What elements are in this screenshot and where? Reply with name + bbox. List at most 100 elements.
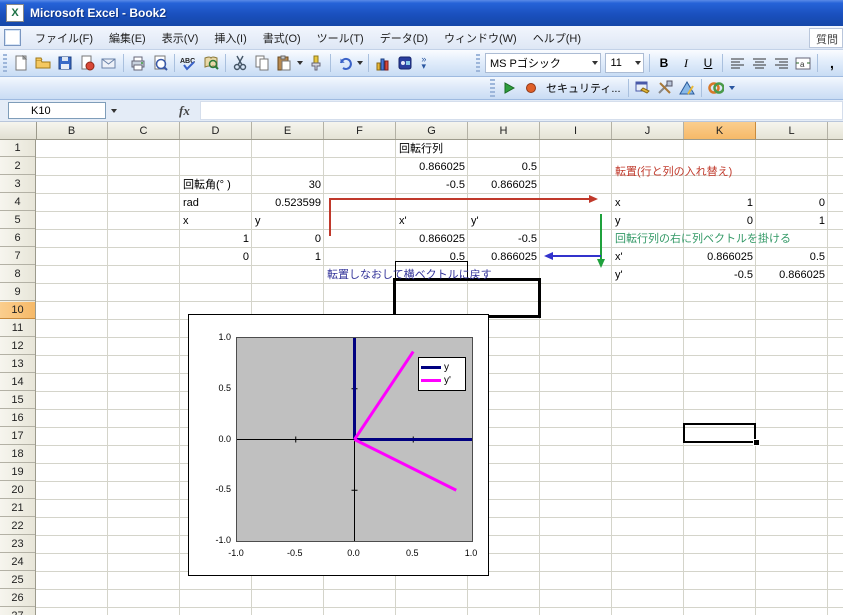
- cell-D4[interactable]: rad: [180, 194, 252, 212]
- cell-D3[interactable]: 回転角(° ): [180, 176, 252, 194]
- toolbar-grip[interactable]: [475, 54, 480, 72]
- column-header-K[interactable]: K: [684, 122, 756, 139]
- cell-D7[interactable]: 0: [180, 248, 252, 266]
- formula-input[interactable]: [199, 101, 843, 120]
- select-all-corner[interactable]: [0, 122, 37, 139]
- column-header-C[interactable]: C: [108, 122, 180, 139]
- cell-H6[interactable]: -0.5: [468, 230, 540, 248]
- toolbar-grip[interactable]: [3, 54, 8, 72]
- cell-J6[interactable]: 回転行列の右に列ベクトルを掛ける: [612, 230, 791, 248]
- cell-L4[interactable]: 0: [756, 194, 828, 212]
- cell-J3[interactable]: 転置(行と列の入れ替え): [612, 163, 732, 181]
- comma-style-button[interactable]: ,: [821, 53, 843, 73]
- save-icon[interactable]: [54, 53, 76, 73]
- column-header-E[interactable]: E: [252, 122, 324, 139]
- menu-item[interactable]: 編集(E): [101, 27, 154, 49]
- record-macro-icon[interactable]: [520, 78, 542, 98]
- row-header-23[interactable]: 23: [0, 536, 35, 553]
- row-header-20[interactable]: 20: [0, 482, 35, 499]
- row-header-5[interactable]: 5: [0, 212, 35, 229]
- cell-G5[interactable]: x': [396, 212, 468, 230]
- column-header-I[interactable]: I: [540, 122, 612, 139]
- insert-function-icon[interactable]: fx: [179, 103, 190, 119]
- row-header-16[interactable]: 16: [0, 410, 35, 427]
- open-folder-icon[interactable]: [32, 53, 54, 73]
- column-header-L[interactable]: L: [756, 122, 828, 139]
- cell-J8[interactable]: y': [612, 266, 684, 284]
- menu-item[interactable]: 書式(O): [255, 27, 309, 49]
- email-icon[interactable]: [98, 53, 120, 73]
- research-icon[interactable]: [200, 53, 222, 73]
- row-header-7[interactable]: 7: [0, 248, 35, 265]
- cell-H7[interactable]: 0.866025: [468, 248, 540, 266]
- toolbar-options-icon[interactable]: [727, 78, 738, 98]
- column-header-D[interactable]: D: [180, 122, 252, 139]
- cell-E7[interactable]: 1: [252, 248, 324, 266]
- cell-E6[interactable]: 0: [252, 230, 324, 248]
- cell-E4[interactable]: 0.523599: [252, 194, 324, 212]
- fill-handle[interactable]: [753, 439, 760, 446]
- run-macro-icon[interactable]: [498, 78, 520, 98]
- cell-J5[interactable]: y: [612, 212, 684, 230]
- menu-item[interactable]: ファイル(F): [27, 27, 101, 49]
- cell-G6[interactable]: 0.866025: [396, 230, 468, 248]
- cell-K8[interactable]: -0.5: [684, 266, 756, 284]
- permission-icon[interactable]: [76, 53, 98, 73]
- script-editor-icon[interactable]: [705, 78, 727, 98]
- font-size-select[interactable]: 11: [605, 53, 644, 73]
- row-header-6[interactable]: 6: [0, 230, 35, 247]
- cell-L8[interactable]: 0.866025: [756, 266, 828, 284]
- align-center-icon[interactable]: [748, 53, 770, 73]
- merge-center-icon[interactable]: a: [792, 53, 814, 73]
- cell-E3[interactable]: 30: [252, 176, 324, 194]
- menu-item[interactable]: ヘルプ(H): [525, 27, 589, 49]
- cell-G2[interactable]: 0.866025: [396, 158, 468, 176]
- row-header-26[interactable]: 26: [0, 590, 35, 607]
- cell-K4[interactable]: 1: [684, 194, 756, 212]
- cell-J4[interactable]: x: [612, 194, 684, 212]
- toolbar-grip[interactable]: [490, 79, 495, 97]
- name-box-dropdown-icon[interactable]: [106, 102, 121, 119]
- row-header-11[interactable]: 11: [0, 320, 35, 337]
- chart-legend[interactable]: y y': [418, 357, 466, 391]
- selected-cell-K10[interactable]: [683, 423, 756, 443]
- row-header-21[interactable]: 21: [0, 500, 35, 517]
- cell-H5[interactable]: y': [468, 212, 540, 230]
- row-header-22[interactable]: 22: [0, 518, 35, 535]
- control-toolbox-icon[interactable]: [654, 78, 676, 98]
- design-mode-icon[interactable]: [676, 78, 698, 98]
- drawing-icon[interactable]: [394, 53, 416, 73]
- cell-L5[interactable]: 1: [756, 212, 828, 230]
- row-header-8[interactable]: 8: [0, 266, 35, 283]
- row-header-15[interactable]: 15: [0, 392, 35, 409]
- cell-J7[interactable]: x': [612, 248, 684, 266]
- print-icon[interactable]: [127, 53, 149, 73]
- menu-item[interactable]: ツール(T): [309, 27, 372, 49]
- row-header-24[interactable]: 24: [0, 554, 35, 571]
- row-header-1[interactable]: 1: [0, 140, 35, 157]
- row-header-25[interactable]: 25: [0, 572, 35, 589]
- row-header-18[interactable]: 18: [0, 446, 35, 463]
- cut-icon[interactable]: [229, 53, 251, 73]
- cell-H2[interactable]: 0.5: [468, 158, 540, 176]
- row-header-12[interactable]: 12: [0, 338, 35, 355]
- cell-G7[interactable]: 0.5: [396, 248, 468, 266]
- cell-D5[interactable]: x: [180, 212, 252, 230]
- row-header-4[interactable]: 4: [0, 194, 35, 211]
- row-header-13[interactable]: 13: [0, 356, 35, 373]
- row-header-2[interactable]: 2: [0, 158, 35, 175]
- cell-G1[interactable]: 回転行列: [396, 140, 468, 158]
- row-header-3[interactable]: 3: [0, 176, 35, 193]
- vb-editor-icon[interactable]: [632, 78, 654, 98]
- column-header-H[interactable]: H: [468, 122, 540, 139]
- row-header-27[interactable]: 27: [0, 608, 35, 615]
- format-painter-icon[interactable]: [305, 53, 327, 73]
- cell-K5[interactable]: 0: [684, 212, 756, 230]
- column-header-J[interactable]: J: [612, 122, 684, 139]
- row-header-10[interactable]: 10: [0, 302, 35, 319]
- italic-button[interactable]: I: [675, 53, 697, 73]
- align-left-icon[interactable]: [726, 53, 748, 73]
- font-name-select[interactable]: MS Pゴシック: [484, 53, 602, 73]
- paste-icon[interactable]: [273, 53, 295, 73]
- chart-wizard-icon[interactable]: [372, 53, 394, 73]
